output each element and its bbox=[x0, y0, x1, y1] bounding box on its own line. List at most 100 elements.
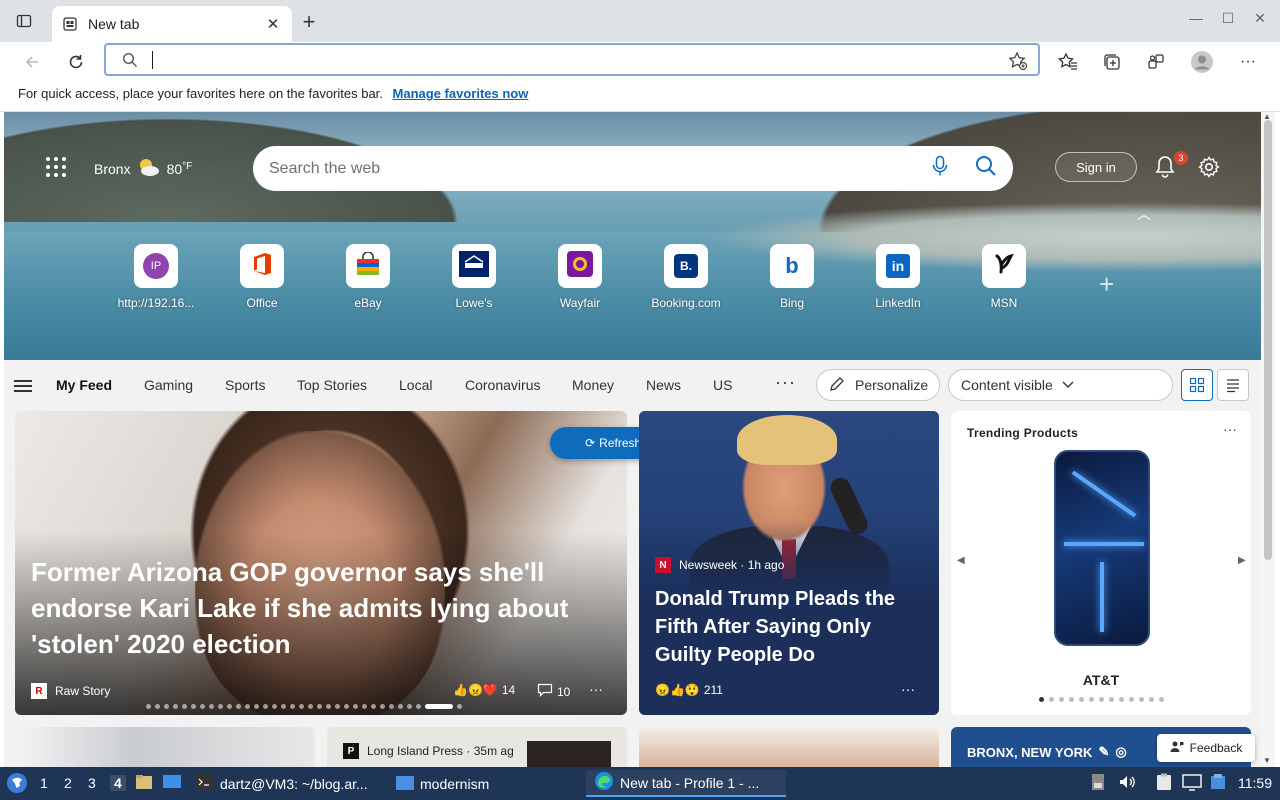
taskbar-terminal[interactable]: dartz@VM3: ~/blog.ar... bbox=[188, 770, 376, 797]
refresh-button[interactable] bbox=[62, 48, 90, 76]
sign-in-button[interactable]: Sign in bbox=[1055, 152, 1137, 182]
manage-favorites-link[interactable]: Manage favorites now bbox=[393, 86, 529, 101]
quick-link-lowes[interactable]: Lowe's bbox=[429, 244, 519, 310]
product-carousel-dots bbox=[1039, 697, 1164, 702]
minimize-icon[interactable]: — bbox=[1186, 10, 1206, 26]
add-shortcut-button[interactable]: + bbox=[1099, 269, 1114, 300]
second-story-card[interactable]: N Newsweek · 1h ago Donald Trump Pleads … bbox=[639, 411, 939, 715]
main-story-card[interactable]: Former Arizona GOP governor says she'll … bbox=[15, 411, 627, 715]
more-feed-tabs-button[interactable]: ··· bbox=[775, 372, 796, 393]
main-story-reactions[interactable]: 👍😠❤️ 14 bbox=[453, 683, 515, 697]
scroll-down-icon[interactable]: ▼ bbox=[1263, 756, 1271, 765]
edit-location-icon[interactable]: ✎ bbox=[1098, 744, 1109, 760]
feed-tab-money[interactable]: Money bbox=[572, 377, 614, 393]
feed-tab-local[interactable]: Local bbox=[399, 377, 432, 393]
workspace-1[interactable]: 1 bbox=[40, 775, 48, 791]
display-icon[interactable] bbox=[1182, 773, 1202, 791]
feedback-button[interactable]: Feedback bbox=[1157, 734, 1255, 762]
taskbar-browser[interactable]: New tab - Profile 1 - ... bbox=[586, 770, 786, 797]
lip-source[interactable]: P Long Island Press · 35m ag bbox=[343, 743, 514, 759]
maximize-icon[interactable]: ☐ bbox=[1218, 10, 1238, 27]
quick-link-ebay[interactable]: eBay bbox=[323, 244, 413, 310]
new-tab-button[interactable]: + bbox=[298, 11, 320, 34]
list-view-button[interactable] bbox=[1217, 369, 1249, 401]
desktop-icon[interactable] bbox=[162, 773, 182, 791]
second-story-source[interactable]: N Newsweek · 1h ago bbox=[655, 557, 784, 573]
menu-hamburger-icon[interactable] bbox=[14, 380, 32, 392]
main-story-headline[interactable]: Former Arizona GOP governor says she'll … bbox=[31, 554, 621, 662]
volume-icon[interactable] bbox=[1118, 773, 1136, 791]
collapse-chevron-up-icon[interactable]: ︿ bbox=[1137, 204, 1151, 224]
quick-link-bing[interactable]: b Bing bbox=[747, 244, 837, 310]
back-button[interactable] bbox=[18, 48, 46, 76]
second-story-more-button[interactable]: ··· bbox=[901, 681, 915, 697]
feed-tab-sports[interactable]: Sports bbox=[225, 377, 265, 393]
web-search-box[interactable]: Search the web bbox=[253, 146, 1013, 191]
second-story-reactions[interactable]: 😠👍😲 211 bbox=[655, 683, 723, 697]
profile-avatar-icon[interactable] bbox=[1188, 48, 1216, 76]
personalize-button[interactable]: Personalize bbox=[816, 369, 940, 401]
carousel-prev-icon[interactable]: ◀ bbox=[957, 555, 965, 566]
extensions-icon[interactable] bbox=[1142, 48, 1170, 76]
main-story-more-button[interactable]: ··· bbox=[589, 681, 603, 697]
tab-actions-icon[interactable] bbox=[14, 11, 34, 31]
feed-tab-news[interactable]: News bbox=[646, 377, 681, 393]
product-phone-image[interactable] bbox=[1054, 450, 1150, 646]
updates-icon[interactable] bbox=[1210, 773, 1226, 791]
workspace-2[interactable]: 2 bbox=[64, 775, 72, 791]
quick-link-label: Office bbox=[246, 296, 278, 310]
terminal-icon bbox=[196, 774, 214, 793]
story-card-appliance[interactable] bbox=[15, 727, 315, 767]
main-story-source[interactable]: R Raw Story bbox=[31, 683, 110, 699]
trending-products-card[interactable]: Trending Products ··· ◀ ▶ AT&T bbox=[951, 411, 1251, 715]
workspace-3[interactable]: 3 bbox=[88, 775, 96, 791]
workspace-4[interactable]: 4 bbox=[110, 775, 126, 791]
story-card-long-island-press[interactable]: P Long Island Press · 35m ag bbox=[327, 727, 627, 767]
story-card-portrait[interactable] bbox=[639, 727, 939, 767]
chevron-down-icon bbox=[1061, 377, 1161, 394]
page-scrollbar[interactable]: ▲ ▼ bbox=[1261, 112, 1275, 767]
quick-link-linkedin[interactable]: in LinkedIn bbox=[853, 244, 943, 310]
browser-tab[interactable]: New tab ✕ bbox=[52, 6, 292, 42]
quick-link-msn[interactable]: MSN bbox=[959, 244, 1049, 310]
add-favorite-icon[interactable] bbox=[1008, 51, 1028, 76]
content-visibility-select[interactable]: Content visible bbox=[948, 369, 1173, 401]
feed-tab-coronavirus[interactable]: Coronavirus bbox=[465, 377, 540, 393]
close-tab-icon[interactable]: ✕ bbox=[264, 15, 282, 33]
feed-tab-us[interactable]: US bbox=[713, 377, 732, 393]
web-search-icon[interactable] bbox=[975, 155, 997, 182]
quick-link-label: Bing bbox=[779, 296, 805, 310]
notifications-bell-icon[interactable] bbox=[1154, 155, 1176, 179]
quick-link-wayfair[interactable]: Wayfair bbox=[535, 244, 625, 310]
favorites-icon[interactable] bbox=[1054, 48, 1082, 76]
start-menu-icon[interactable] bbox=[6, 772, 28, 794]
second-story-headline[interactable]: Donald Trump Pleads the Fifth After Sayi… bbox=[655, 585, 925, 669]
scrollbar-thumb[interactable] bbox=[1264, 120, 1272, 560]
weather-widget[interactable]: Bronx 80°F bbox=[94, 157, 192, 180]
close-window-icon[interactable]: ✕ bbox=[1250, 10, 1270, 27]
feed-tab-gaming[interactable]: Gaming bbox=[144, 377, 193, 393]
carousel-next-icon[interactable]: ▶ bbox=[1238, 555, 1246, 566]
location-target-icon[interactable]: ◎ bbox=[1115, 744, 1126, 760]
product-name[interactable]: AT&T bbox=[951, 672, 1251, 688]
app-launcher-icon[interactable] bbox=[46, 157, 66, 177]
microphone-icon[interactable] bbox=[931, 155, 949, 182]
file-manager-icon[interactable] bbox=[135, 773, 153, 791]
address-bar[interactable] bbox=[104, 43, 1040, 76]
page-settings-gear-icon[interactable] bbox=[1198, 156, 1220, 178]
quick-link-office[interactable]: Office bbox=[217, 244, 307, 310]
quick-link-booking[interactable]: B. Booking.com bbox=[641, 244, 731, 310]
feed-tab-top-stories[interactable]: Top Stories bbox=[297, 377, 367, 393]
second-story-time: 1h ago bbox=[747, 558, 785, 572]
clipboard-icon[interactable] bbox=[1156, 773, 1172, 791]
main-story-comments[interactable]: 10 bbox=[537, 683, 570, 700]
collections-icon[interactable] bbox=[1098, 48, 1126, 76]
tray-network-icon[interactable] bbox=[1090, 773, 1106, 791]
taskbar-folder[interactable]: modernism bbox=[388, 770, 497, 797]
quick-link-ip[interactable]: IP http://192.16... bbox=[111, 244, 201, 310]
web-search-input[interactable]: Search the web bbox=[269, 160, 931, 178]
grid-view-button[interactable] bbox=[1181, 369, 1213, 401]
trending-more-button[interactable]: ··· bbox=[1223, 421, 1237, 437]
settings-more-icon[interactable]: ··· bbox=[1234, 48, 1262, 76]
feed-tab-my-feed[interactable]: My Feed bbox=[56, 377, 112, 393]
